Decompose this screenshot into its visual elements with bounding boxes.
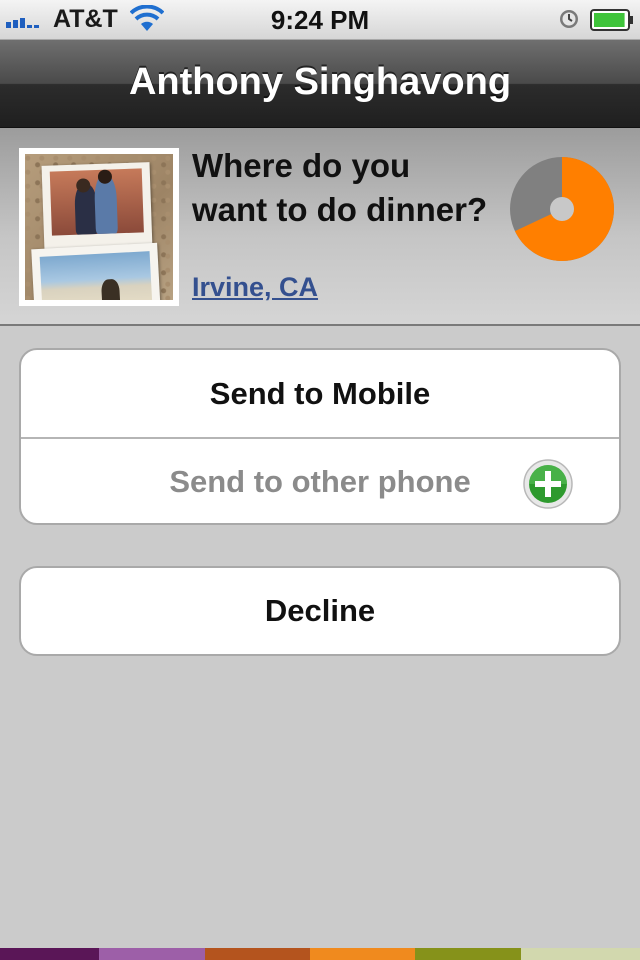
send-to-other-phone-label: Send to other phone [169, 464, 471, 499]
stripe-segment [521, 948, 640, 960]
battery-icon [590, 9, 633, 31]
location-link[interactable]: Irvine, CA [192, 272, 318, 303]
stripe-segment [99, 948, 205, 960]
signal-icon [6, 18, 39, 28]
polaroid-top [41, 162, 153, 252]
page-title: Anthony Singhavong [128, 61, 512, 103]
decline-group: Decline [19, 566, 621, 656]
alarm-icon [560, 10, 578, 28]
event-question: Where do you want to do dinner? [192, 147, 488, 228]
stripe-segment [0, 948, 99, 960]
wifi-icon [130, 5, 164, 31]
polaroid-bottom [31, 242, 161, 300]
stripe-segment [205, 948, 310, 960]
decline-button[interactable]: Decline [21, 568, 619, 654]
color-stripe [0, 948, 640, 960]
send-options-group: Send to Mobile Send to other phone [19, 348, 621, 525]
add-icon[interactable] [523, 459, 573, 509]
stripe-segment [310, 948, 415, 960]
photo-image [25, 154, 173, 300]
pie-center [550, 197, 574, 221]
send-to-mobile-button[interactable]: Send to Mobile [21, 350, 619, 439]
send-to-other-phone-button[interactable]: Send to other phone [21, 439, 619, 523]
navigation-bar: Anthony Singhavong [0, 40, 640, 128]
event-header: Where do you want to do dinner? Irvine, … [0, 128, 640, 326]
progress-pie-chart [510, 157, 615, 261]
status-bar: AT&T 9:24 PM [0, 0, 640, 40]
stripe-segment [415, 948, 521, 960]
photo-thumbnail[interactable] [19, 148, 179, 306]
carrier-name: AT&T [53, 5, 118, 33]
